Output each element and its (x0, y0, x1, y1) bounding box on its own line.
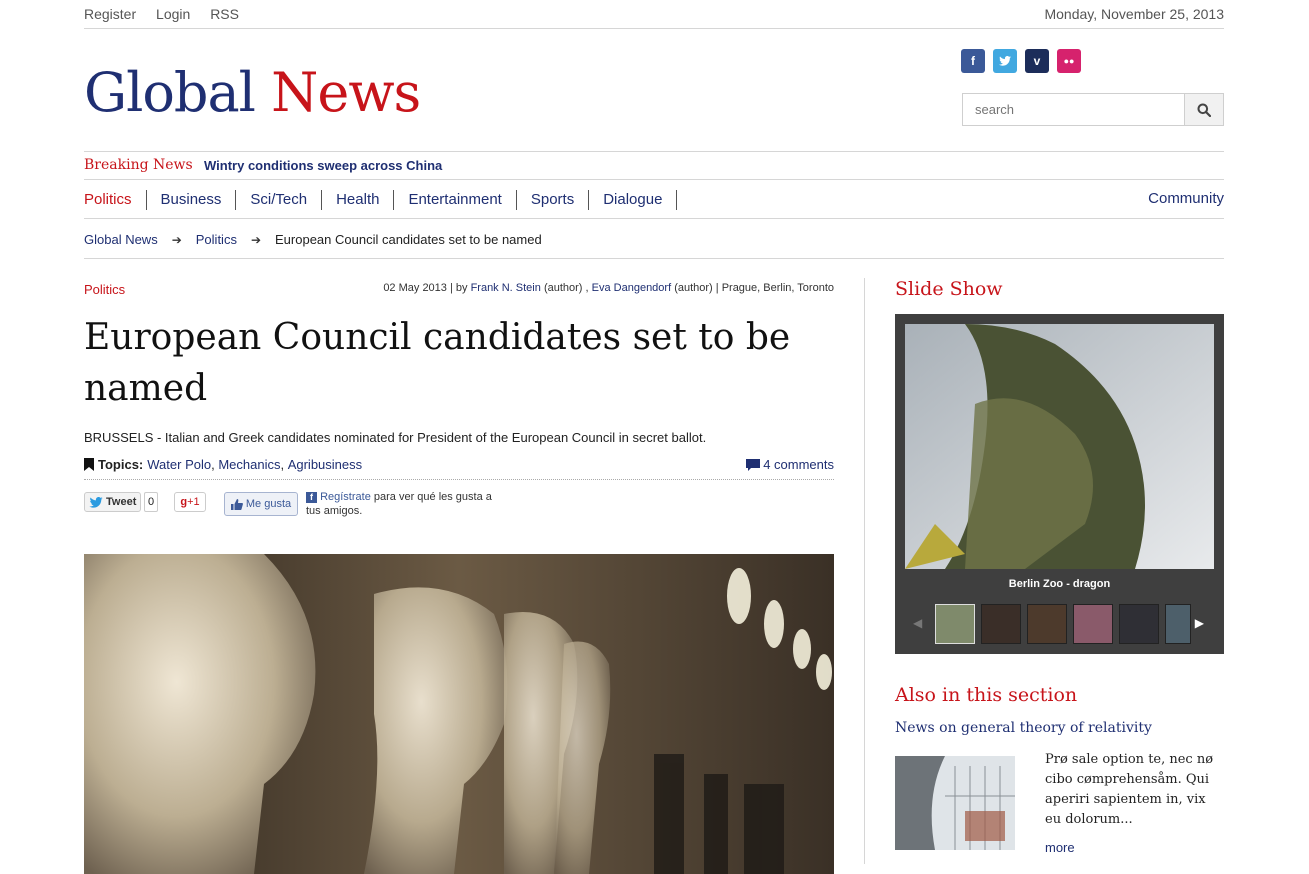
topic-link[interactable]: Water Polo (147, 457, 211, 472)
author-role: (author) | Prague, Berlin, Toronto (674, 282, 834, 294)
article-image (84, 554, 834, 874)
nav-entertainment[interactable]: Entertainment (394, 190, 517, 210)
also-headline[interactable]: News on general theory of relativity (895, 720, 1224, 736)
comments-link[interactable]: 4 comments (746, 457, 834, 472)
rss-link[interactable]: RSS (210, 6, 239, 22)
nav-sports[interactable]: Sports (517, 190, 590, 210)
current-date: Monday, November 25, 2013 (1044, 6, 1224, 22)
slideshow-thumb[interactable] (1119, 604, 1159, 644)
share-bar: Tweet 0 g+1 Me gusta f Regístrate para v… (84, 480, 834, 538)
arrow-right-icon: ➔ (171, 232, 182, 247)
logo-news: News (271, 61, 421, 124)
topics-label: Topics: (98, 457, 144, 472)
slideshow: Berlin Zoo - dragon ◀ ▶ (895, 314, 1224, 654)
gplus-button[interactable]: g+1 (174, 492, 206, 512)
search-button[interactable] (1184, 94, 1223, 125)
twitter-icon (89, 496, 103, 508)
search-input[interactable] (963, 94, 1189, 125)
also-excerpt: Prø sale option te, nec nø cibo cømprehe… (1045, 752, 1214, 827)
breaking-news-label: Breaking News (84, 157, 193, 173)
topic-link[interactable]: Agribusiness (288, 457, 362, 472)
bookmark-icon (84, 458, 94, 471)
article-byline: 02 May 2013 | by Frank N. Stein (author)… (383, 282, 834, 294)
article-meta: Politics 02 May 2013 | by Frank N. Stein… (84, 278, 834, 298)
main-nav: Politics Business Sci/Tech Health Entert… (84, 180, 1224, 219)
twitter-icon[interactable] (993, 49, 1017, 73)
also-item: Prø sale option te, nec nø cibo cømprehe… (895, 748, 1224, 858)
nav-scitech[interactable]: Sci/Tech (236, 190, 323, 210)
sidebar: Slide Show Berlin Zoo - dragon ◀ ▶ Also … (895, 278, 1224, 858)
flickr-icon[interactable]: ●● (1057, 49, 1081, 73)
slideshow-prev-icon[interactable]: ◀ (913, 616, 922, 630)
logo-global: Global (84, 61, 256, 124)
column-divider (864, 278, 865, 864)
vimeo-icon[interactable]: v (1025, 49, 1049, 73)
thumbs-up-icon (230, 498, 243, 510)
facebook-icon: f (306, 492, 317, 503)
comment-icon (746, 458, 761, 471)
slideshow-title: Slide Show (895, 278, 1003, 300)
slideshow-thumb[interactable] (981, 604, 1021, 644)
breadcrumb-current: European Council candidates set to be na… (275, 232, 542, 247)
also-title: Also in this section (895, 684, 1078, 706)
tweet-button[interactable]: Tweet (84, 492, 142, 512)
facebook-register-link[interactable]: Regístrate (320, 491, 371, 503)
facebook-icon[interactable]: f (961, 49, 985, 73)
gplus-label: +1 (187, 496, 200, 508)
topic-link[interactable]: Mechanics (218, 457, 280, 472)
site-logo[interactable]: Global News (84, 61, 421, 124)
arrow-right-icon: ➔ (250, 232, 262, 247)
top-bar: Register Login RSS Monday, November 25, … (84, 0, 1224, 29)
slideshow-image[interactable] (905, 324, 1214, 569)
slideshow-thumb[interactable] (1027, 604, 1067, 644)
also-more-link[interactable]: more (1045, 840, 1075, 855)
facebook-like-label: Me gusta (245, 498, 292, 510)
also-in-section: Also in this section News on general the… (895, 684, 1224, 858)
nav-dialogue[interactable]: Dialogue (589, 190, 678, 210)
register-link[interactable]: Register (84, 6, 136, 22)
slideshow-caption: Berlin Zoo - dragon (1008, 578, 1111, 590)
slideshow-thumb[interactable] (1165, 604, 1191, 644)
article-lead: BRUSSELS - Italian and Greek candidates … (84, 430, 707, 445)
article: Politics 02 May 2013 | by Frank N. Stein… (84, 278, 834, 874)
topics-bar: Topics: Water Polo, Mechanics, Agribusin… (84, 457, 834, 480)
nav-politics[interactable]: Politics (84, 190, 147, 210)
slideshow-next-icon[interactable]: ▶ (1195, 616, 1204, 630)
breaking-news-headline[interactable]: Wintry conditions sweep across China (204, 158, 442, 173)
search-box (962, 93, 1224, 126)
also-thumbnail[interactable] (895, 756, 1015, 850)
facebook-register-text: f Regístrate para ver qué les gusta a tu… (306, 490, 506, 518)
slideshow-thumbnails (935, 604, 1191, 644)
tweet-label: Tweet (106, 496, 137, 508)
author-role: (author) , (543, 282, 589, 294)
login-link[interactable]: Login (156, 6, 190, 22)
article-title: European Council candidates set to be na… (84, 317, 791, 409)
search-icon (1197, 103, 1211, 117)
breaking-news-bar: Breaking News Wintry conditions sweep ac… (84, 152, 1224, 180)
nav-health[interactable]: Health (322, 190, 395, 210)
comments-count: 4 comments (763, 457, 834, 472)
nav-business[interactable]: Business (147, 190, 237, 210)
tweet-count: 0 (144, 492, 158, 512)
author-link[interactable]: Eva Dangendorf (592, 282, 672, 294)
facebook-like-button[interactable]: Me gusta (224, 492, 298, 516)
article-section[interactable]: Politics (84, 282, 125, 297)
site-header: Global News f v ●● (84, 29, 1224, 152)
slideshow-thumb[interactable] (1073, 604, 1113, 644)
nav-community[interactable]: Community (1148, 190, 1224, 207)
article-date: 02 May 2013 | by (383, 282, 468, 294)
slideshow-thumb[interactable] (935, 604, 975, 644)
author-link[interactable]: Frank N. Stein (471, 282, 541, 294)
social-links: f v ●● (961, 49, 1081, 73)
breadcrumb-home[interactable]: Global News (84, 232, 158, 247)
breadcrumb: Global News ➔ Politics ➔ European Counci… (84, 219, 1224, 259)
breadcrumb-section[interactable]: Politics (196, 232, 237, 247)
top-links: Register Login RSS (84, 6, 255, 22)
